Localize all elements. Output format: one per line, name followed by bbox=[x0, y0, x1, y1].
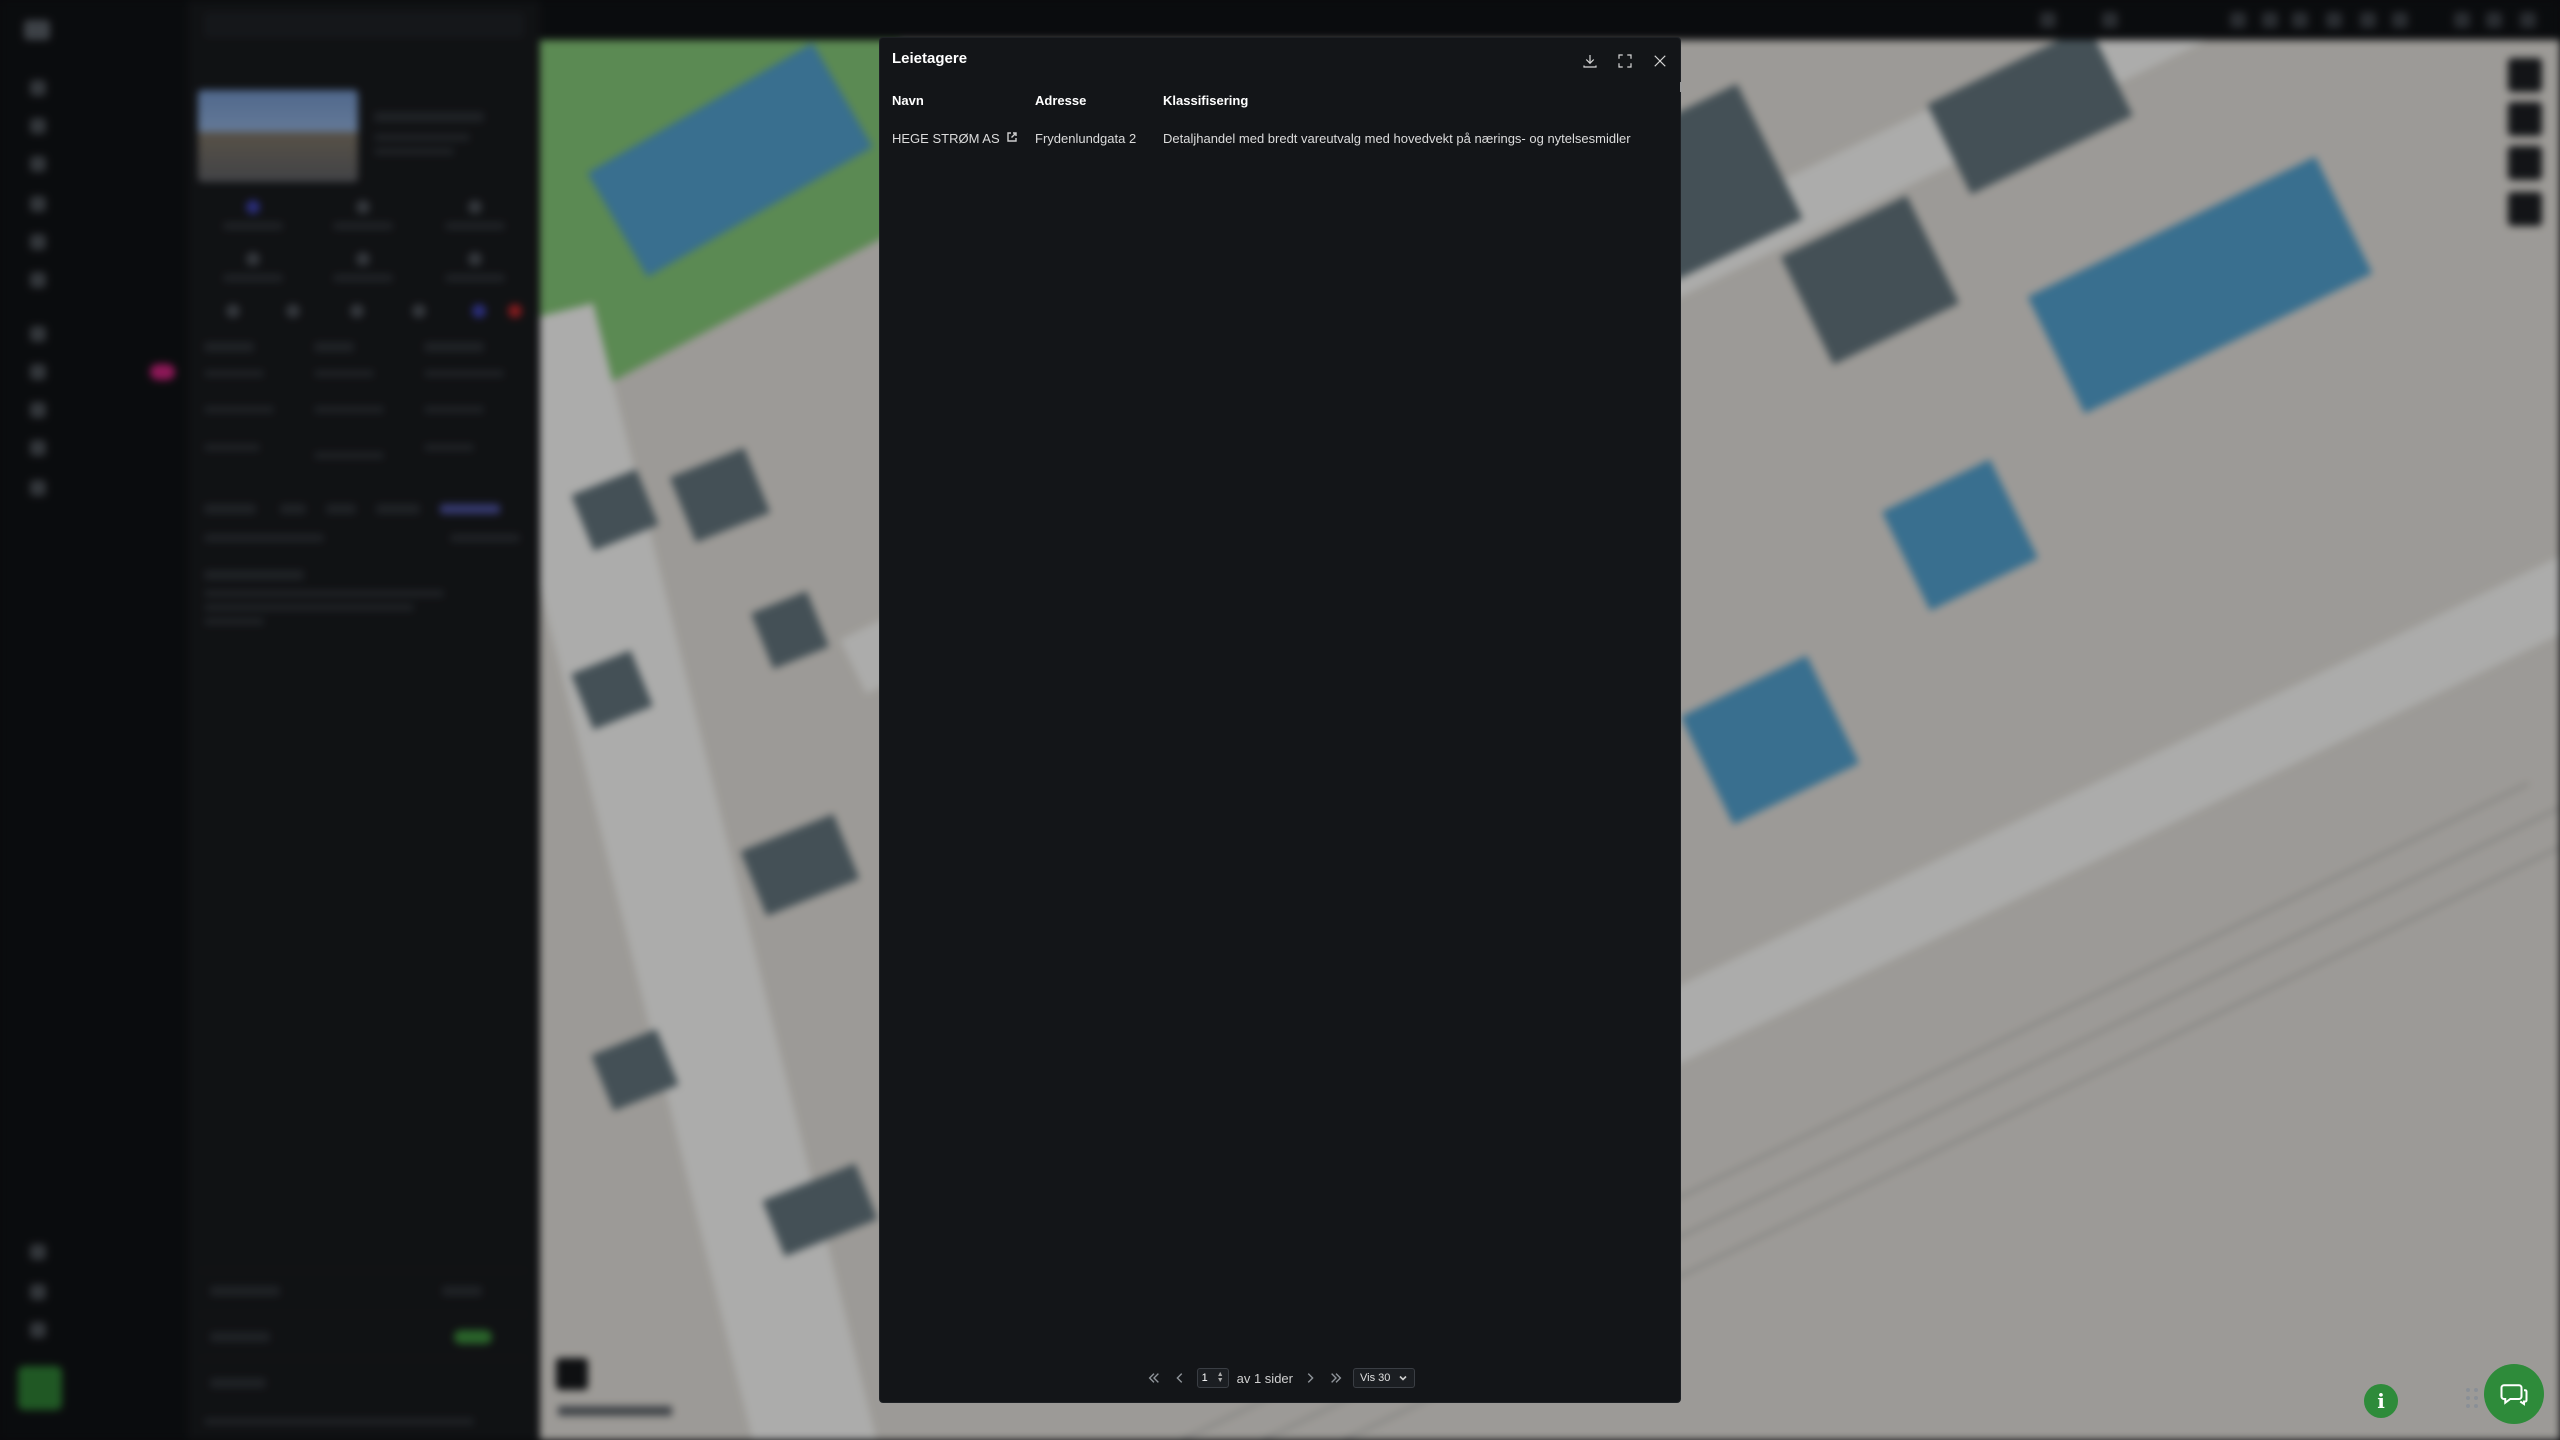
double-chevron-right-icon bbox=[1331, 1373, 1342, 1383]
download-button[interactable] bbox=[1577, 48, 1602, 73]
table-row: HEGE STRØM AS Frydenlundgata 2 Detaljhan… bbox=[892, 126, 1668, 150]
per-page-select[interactable]: Vis 30 bbox=[1353, 1368, 1416, 1388]
close-button[interactable] bbox=[1647, 48, 1672, 73]
first-page-button[interactable] bbox=[1145, 1369, 1163, 1387]
fullscreen-icon bbox=[1617, 53, 1632, 68]
per-page-value: Vis 30 bbox=[1360, 1372, 1391, 1384]
modal-title: Leietagere bbox=[892, 50, 968, 67]
table-header: Navn Adresse Klassifisering bbox=[892, 88, 1668, 112]
chevron-down-icon bbox=[1399, 1375, 1407, 1381]
column-header-adresse[interactable]: Adresse bbox=[1035, 93, 1163, 108]
tenants-modal: Leietagere Navn Adresse Klassifisering H… bbox=[880, 38, 1682, 1402]
page-number-input[interactable]: 1 ▲ ▼ bbox=[1196, 1368, 1229, 1388]
previous-page-button[interactable] bbox=[1171, 1369, 1189, 1387]
chevron-right-icon bbox=[1307, 1373, 1314, 1383]
tenant-name-link[interactable]: HEGE STRØM AS bbox=[892, 131, 1000, 146]
close-icon bbox=[1653, 54, 1666, 67]
cell-adresse: Frydenlundgata 2 bbox=[1035, 130, 1137, 146]
download-icon bbox=[1582, 54, 1597, 68]
info-icon: i bbox=[2377, 1389, 2385, 1413]
cell-klassifisering: Detaljhandel med bredt vareutvalg med ho… bbox=[1163, 130, 1631, 146]
modal-actions bbox=[1577, 48, 1672, 73]
external-link-icon[interactable] bbox=[1006, 131, 1018, 146]
last-page-button[interactable] bbox=[1327, 1369, 1345, 1387]
column-header-klassifisering[interactable]: Klassifisering bbox=[1163, 93, 1668, 108]
pagination: 1 ▲ ▼ av 1 sider Vis 30 bbox=[880, 1366, 1680, 1390]
cell-navn: HEGE STRØM AS bbox=[892, 131, 1035, 146]
column-resize-handle[interactable] bbox=[1680, 82, 1682, 92]
double-chevron-left-icon bbox=[1148, 1373, 1159, 1383]
column-header-navn[interactable]: Navn bbox=[892, 93, 1035, 108]
page-count-label: av 1 sider bbox=[1236, 1370, 1293, 1386]
tenants-table: Navn Adresse Klassifisering HEGE STRØM A… bbox=[892, 88, 1668, 150]
spinner-arrows-icon[interactable]: ▲ ▼ bbox=[1217, 1371, 1224, 1384]
chat-button[interactable] bbox=[2484, 1364, 2544, 1424]
next-page-button[interactable] bbox=[1301, 1369, 1319, 1387]
chat-icon bbox=[2500, 1384, 2528, 1406]
chevron-left-icon bbox=[1176, 1373, 1182, 1383]
page-number-value: 1 bbox=[1201, 1372, 1208, 1384]
fullscreen-button[interactable] bbox=[1612, 48, 1637, 73]
drag-handle-icon[interactable] bbox=[2466, 1388, 2480, 1412]
info-button[interactable]: i bbox=[2364, 1384, 2398, 1418]
